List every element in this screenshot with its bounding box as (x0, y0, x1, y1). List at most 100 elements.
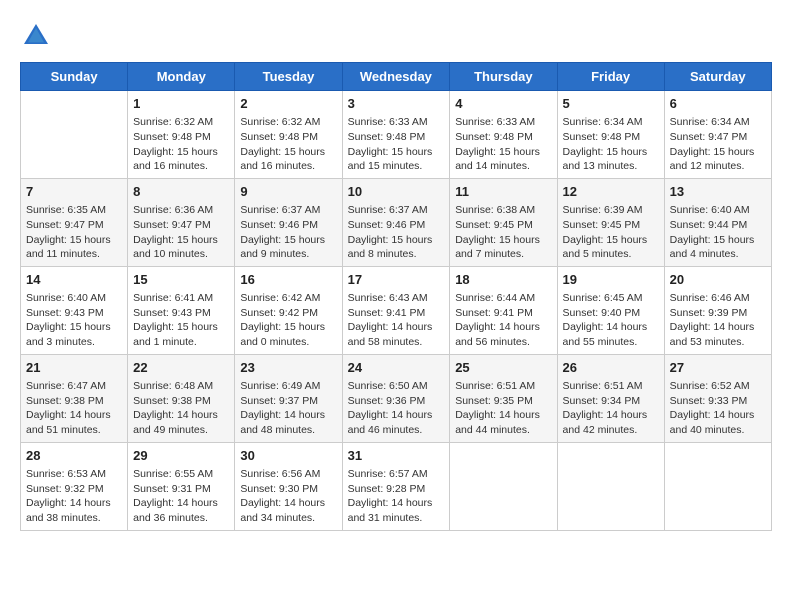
day-info: Sunrise: 6:51 AMSunset: 9:35 PMDaylight:… (455, 379, 551, 438)
calendar-cell (664, 442, 771, 530)
calendar-cell: 3 Sunrise: 6:33 AMSunset: 9:48 PMDaylight… (342, 91, 450, 179)
calendar-cell (450, 442, 557, 530)
day-number: 17 (348, 271, 445, 289)
calendar-cell: 19 Sunrise: 6:45 AMSunset: 9:40 PMDayligh… (557, 266, 664, 354)
calendar-cell: 26 Sunrise: 6:51 AMSunset: 9:34 PMDayligh… (557, 354, 664, 442)
day-info: Sunrise: 6:36 AMSunset: 9:47 PMDaylight:… (133, 203, 229, 262)
day-info: Sunrise: 6:49 AMSunset: 9:37 PMDaylight:… (240, 379, 336, 438)
day-info: Sunrise: 6:34 AMSunset: 9:48 PMDaylight:… (563, 115, 659, 174)
day-number: 1 (133, 95, 229, 113)
day-number: 12 (563, 183, 659, 201)
calendar-cell: 16 Sunrise: 6:42 AMSunset: 9:42 PMDayligh… (235, 266, 342, 354)
day-number: 22 (133, 359, 229, 377)
calendar-cell: 28 Sunrise: 6:53 AMSunset: 9:32 PMDayligh… (21, 442, 128, 530)
calendar-cell: 21 Sunrise: 6:47 AMSunset: 9:38 PMDayligh… (21, 354, 128, 442)
calendar-cell: 12 Sunrise: 6:39 AMSunset: 9:45 PMDayligh… (557, 178, 664, 266)
calendar-cell: 18 Sunrise: 6:44 AMSunset: 9:41 PMDayligh… (450, 266, 557, 354)
day-number: 25 (455, 359, 551, 377)
calendar-cell: 24Sunrise: 6:50 AMSunset: 9:36 PMDayligh… (342, 354, 450, 442)
calendar-week-4: 21 Sunrise: 6:47 AMSunset: 9:38 PMDayligh… (21, 354, 772, 442)
weekday-header-row: SundayMondayTuesdayWednesdayThursdayFrid… (21, 63, 772, 91)
weekday-header-friday: Friday (557, 63, 664, 91)
day-number: 2 (240, 95, 336, 113)
day-info: Sunrise: 6:48 AMSunset: 9:38 PMDaylight:… (133, 379, 229, 438)
day-info: Sunrise: 6:37 AMSunset: 9:46 PMDaylight:… (240, 203, 336, 262)
day-info: Sunrise: 6:38 AMSunset: 9:45 PMDaylight:… (455, 203, 551, 262)
calendar-cell: 13Sunrise: 6:40 AMSunset: 9:44 PMDayligh… (664, 178, 771, 266)
day-info: Sunrise: 6:42 AMSunset: 9:42 PMDaylight:… (240, 291, 336, 350)
calendar-week-5: 28 Sunrise: 6:53 AMSunset: 9:32 PMDayligh… (21, 442, 772, 530)
day-number: 4 (455, 95, 551, 113)
calendar-cell: 23 Sunrise: 6:49 AMSunset: 9:37 PMDayligh… (235, 354, 342, 442)
calendar-cell: 2 Sunrise: 6:32 AMSunset: 9:48 PMDaylight… (235, 91, 342, 179)
calendar-cell: 25 Sunrise: 6:51 AMSunset: 9:35 PMDayligh… (450, 354, 557, 442)
day-number: 5 (563, 95, 659, 113)
day-number: 20 (670, 271, 766, 289)
day-info: Sunrise: 6:40 AMSunset: 9:43 PMDaylight:… (26, 291, 122, 350)
calendar-cell: 31 Sunrise: 6:57 AMSunset: 9:28 PMDayligh… (342, 442, 450, 530)
calendar-cell: 29Sunrise: 6:55 AMSunset: 9:31 PMDayligh… (128, 442, 235, 530)
weekday-header-wednesday: Wednesday (342, 63, 450, 91)
day-info: Sunrise: 6:51 AMSunset: 9:34 PMDaylight:… (563, 379, 659, 438)
logo (20, 20, 56, 52)
calendar-cell: 11 Sunrise: 6:38 AMSunset: 9:45 PMDayligh… (450, 178, 557, 266)
day-number: 27 (670, 359, 766, 377)
calendar-week-3: 14Sunrise: 6:40 AMSunset: 9:43 PMDayligh… (21, 266, 772, 354)
day-number: 11 (455, 183, 551, 201)
calendar-cell: 7 Sunrise: 6:35 AMSunset: 9:47 PMDaylight… (21, 178, 128, 266)
day-number: 16 (240, 271, 336, 289)
day-number: 21 (26, 359, 122, 377)
calendar-cell: 22 Sunrise: 6:48 AMSunset: 9:38 PMDayligh… (128, 354, 235, 442)
day-info: Sunrise: 6:52 AMSunset: 9:33 PMDaylight:… (670, 379, 766, 438)
calendar-cell: 17Sunrise: 6:43 AMSunset: 9:41 PMDayligh… (342, 266, 450, 354)
page-header (20, 20, 772, 52)
calendar-cell: 10Sunrise: 6:37 AMSunset: 9:46 PMDayligh… (342, 178, 450, 266)
day-info: Sunrise: 6:32 AMSunset: 9:48 PMDaylight:… (240, 115, 336, 174)
day-number: 19 (563, 271, 659, 289)
logo-icon (20, 20, 52, 52)
weekday-header-tuesday: Tuesday (235, 63, 342, 91)
day-number: 3 (348, 95, 445, 113)
calendar-table: SundayMondayTuesdayWednesdayThursdayFrid… (20, 62, 772, 531)
day-number: 10 (348, 183, 445, 201)
day-number: 29 (133, 447, 229, 465)
day-info: Sunrise: 6:34 AMSunset: 9:47 PMDaylight:… (670, 115, 766, 174)
day-info: Sunrise: 6:33 AMSunset: 9:48 PMDaylight:… (455, 115, 551, 174)
calendar-cell: 4 Sunrise: 6:33 AMSunset: 9:48 PMDaylight… (450, 91, 557, 179)
day-number: 24 (348, 359, 445, 377)
day-number: 9 (240, 183, 336, 201)
calendar-cell: 6 Sunrise: 6:34 AMSunset: 9:47 PMDaylight… (664, 91, 771, 179)
calendar-cell: 8 Sunrise: 6:36 AMSunset: 9:47 PMDaylight… (128, 178, 235, 266)
day-number: 15 (133, 271, 229, 289)
day-number: 26 (563, 359, 659, 377)
day-number: 8 (133, 183, 229, 201)
day-number: 6 (670, 95, 766, 113)
calendar-cell: 1 Sunrise: 6:32 AMSunset: 9:48 PMDaylight… (128, 91, 235, 179)
calendar-cell: 27 Sunrise: 6:52 AMSunset: 9:33 PMDayligh… (664, 354, 771, 442)
day-info: Sunrise: 6:39 AMSunset: 9:45 PMDaylight:… (563, 203, 659, 262)
day-number: 7 (26, 183, 122, 201)
day-info: Sunrise: 6:35 AMSunset: 9:47 PMDaylight:… (26, 203, 122, 262)
day-number: 18 (455, 271, 551, 289)
calendar-cell: 20Sunrise: 6:46 AMSunset: 9:39 PMDayligh… (664, 266, 771, 354)
day-info: Sunrise: 6:40 AMSunset: 9:44 PMDaylight:… (670, 203, 766, 262)
day-number: 31 (348, 447, 445, 465)
day-info: Sunrise: 6:47 AMSunset: 9:38 PMDaylight:… (26, 379, 122, 438)
calendar-week-1: 1 Sunrise: 6:32 AMSunset: 9:48 PMDaylight… (21, 91, 772, 179)
calendar-cell: 5 Sunrise: 6:34 AMSunset: 9:48 PMDaylight… (557, 91, 664, 179)
day-info: Sunrise: 6:44 AMSunset: 9:41 PMDaylight:… (455, 291, 551, 350)
calendar-cell: 9 Sunrise: 6:37 AMSunset: 9:46 PMDaylight… (235, 178, 342, 266)
day-info: Sunrise: 6:56 AMSunset: 9:30 PMDaylight:… (240, 467, 336, 526)
calendar-cell (557, 442, 664, 530)
day-info: Sunrise: 6:33 AMSunset: 9:48 PMDaylight:… (348, 115, 445, 174)
day-info: Sunrise: 6:57 AMSunset: 9:28 PMDaylight:… (348, 467, 445, 526)
day-number: 23 (240, 359, 336, 377)
calendar-week-2: 7 Sunrise: 6:35 AMSunset: 9:47 PMDaylight… (21, 178, 772, 266)
day-info: Sunrise: 6:32 AMSunset: 9:48 PMDaylight:… (133, 115, 229, 174)
day-info: Sunrise: 6:53 AMSunset: 9:32 PMDaylight:… (26, 467, 122, 526)
day-info: Sunrise: 6:45 AMSunset: 9:40 PMDaylight:… (563, 291, 659, 350)
day-number: 28 (26, 447, 122, 465)
weekday-header-saturday: Saturday (664, 63, 771, 91)
weekday-header-monday: Monday (128, 63, 235, 91)
day-number: 30 (240, 447, 336, 465)
